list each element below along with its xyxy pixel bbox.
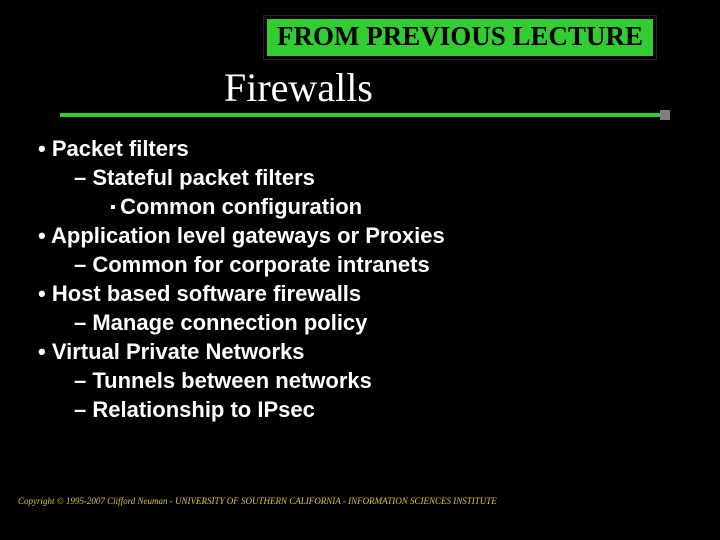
title-wrap: Firewalls (224, 64, 373, 111)
copyright-footer: Copyright © 1995-2007 Clifford Neuman - … (18, 496, 497, 506)
bullet-text: Application level gateways or Proxies (51, 223, 445, 248)
bullet-text: Tunnels between networks (92, 368, 372, 393)
bullet-l2: Common for corporate intranets (74, 250, 445, 279)
bullet-l1: Application level gateways or Proxies (38, 221, 445, 250)
bullet-text: Stateful packet filters (92, 165, 315, 190)
bullet-l2: Relationship to IPsec (74, 395, 445, 424)
slide-title: Firewalls (224, 65, 373, 110)
slide: FROM PREVIOUS LECTURE Firewalls Packet f… (0, 0, 720, 540)
title-underline (60, 113, 670, 117)
bullet-l1: Virtual Private Networks (38, 337, 445, 366)
body-text: Packet filters Stateful packet filters C… (38, 134, 445, 424)
bullet-text: Manage connection policy (92, 310, 367, 335)
bullet-l3: Common configuration (110, 192, 445, 221)
bullet-l2: Manage connection policy (74, 308, 445, 337)
bullet-text: Relationship to IPsec (92, 397, 315, 422)
banner-text: FROM PREVIOUS LECTURE (277, 21, 643, 51)
bullet-text: Common for corporate intranets (92, 252, 429, 277)
bullet-text: Packet filters (52, 136, 189, 161)
banner-box: FROM PREVIOUS LECTURE (264, 16, 656, 59)
bullet-l2: Tunnels between networks (74, 366, 445, 395)
bullet-l2: Stateful packet filters (74, 163, 445, 192)
bullet-text: Virtual Private Networks (52, 339, 305, 364)
bullet-text: Host based software firewalls (52, 281, 361, 306)
bullet-l1: Packet filters (38, 134, 445, 163)
bullet-l1: Host based software firewalls (38, 279, 445, 308)
bullet-text: Common configuration (120, 194, 362, 219)
